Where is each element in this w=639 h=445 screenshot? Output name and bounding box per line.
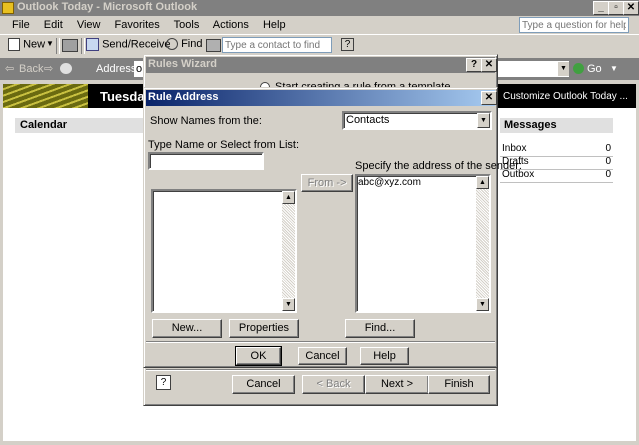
wizard-cancel-button[interactable]: Cancel [232,375,295,394]
new-label: New [23,38,46,51]
address-book-icon[interactable] [206,39,221,52]
new-dropdown-icon[interactable]: ▼ [46,39,54,48]
back-label[interactable]: Back [19,63,43,75]
find-address-button[interactable]: Find... [345,319,415,338]
minimize-button[interactable]: _ [593,1,609,15]
find-icon [166,38,178,51]
go-label[interactable]: Go [587,63,602,75]
ok-button[interactable]: OK [235,346,282,366]
menu-edit[interactable]: Edit [44,19,63,31]
restore-button[interactable]: ▫ [608,1,624,15]
help-icon[interactable]: ? [341,38,354,51]
message-folder-name: Inbox [502,143,527,154]
message-row-inbox[interactable]: Inbox 0 [500,143,613,157]
scroll-down-icon[interactable]: ▼ [282,298,295,311]
menu-file[interactable]: File [12,19,30,31]
properties-button[interactable]: Properties [229,319,299,338]
names-list-scrollbar[interactable]: ▲ ▼ [282,191,295,311]
new-contact-button[interactable]: New... [152,319,222,338]
sender-address-list[interactable]: abc@xyz.com ▲ ▼ [355,174,491,313]
send-receive-label: Send/Receive [102,38,171,51]
wizard-divider [146,369,495,371]
toolbar-separator [81,38,85,54]
help-question-input[interactable] [519,17,629,33]
rule-address-close-button[interactable]: ✕ [481,91,497,105]
rule-address-dialog: Rule Address ✕ Show Names from the: Cont… [143,87,522,368]
menu-bar: File Edit View Favorites Tools Actions H… [0,16,639,35]
rules-wizard-help-button[interactable]: ? [466,58,482,72]
menu-favorites[interactable]: Favorites [115,19,160,31]
menu-actions[interactable]: Actions [213,19,249,31]
menu-tools[interactable]: Tools [174,19,200,31]
show-names-dropdown-icon[interactable]: ▼ [477,113,490,128]
message-folder-count: 0 [605,169,611,180]
rules-wizard-close-button[interactable]: ✕ [481,58,497,72]
scroll-up-icon[interactable]: ▲ [476,176,489,189]
type-name-input[interactable] [148,152,264,170]
banner-logo [3,84,88,108]
customize-link[interactable]: Customize Outlook Today ... [503,91,628,102]
specify-address-label: Specify the address of the sender: [355,160,522,172]
type-name-label: Type Name or Select from List: [148,139,299,151]
help-button[interactable]: Help [360,347,409,365]
wizard-finish-button[interactable]: Finish [428,375,490,394]
find-label: Find [181,38,203,50]
calendar-title: Calendar [20,119,68,131]
standard-toolbar: New ▼ Send/Receive Find ? [0,36,639,56]
messages-title: Messages [504,119,557,131]
outlook-app-icon [2,2,14,14]
web-icon[interactable] [60,63,72,74]
scroll-down-icon[interactable]: ▼ [476,298,489,311]
find-contact-input[interactable] [222,37,332,53]
toolbar-separator [56,38,60,54]
back-arrow-icon[interactable]: ⇦ [5,62,14,75]
address-label: Address [96,63,137,75]
sender-address-item[interactable]: abc@xyz.com [358,177,421,188]
rule-address-divider [146,341,495,343]
go-dropdown-icon[interactable]: ▼ [610,64,618,73]
from-button[interactable]: From -> [301,174,353,192]
print-icon[interactable] [62,39,78,52]
go-icon[interactable] [573,63,584,74]
menu-view[interactable]: View [77,19,101,31]
send-receive-button[interactable]: Send/Receive [86,38,171,51]
rules-wizard-titlebar: Rules Wizard ? ✕ [146,57,497,73]
rules-wizard-title: Rules Wizard [148,58,217,70]
messages-header: Messages [500,118,613,133]
calendar-header: Calendar [15,118,150,133]
message-folder-count: 0 [605,156,611,167]
wizard-next-button[interactable]: Next > [365,375,429,394]
rule-address-titlebar: Rule Address ✕ [146,90,497,106]
scroll-up-icon[interactable]: ▲ [282,191,295,204]
message-folder-count: 0 [605,143,611,154]
find-button[interactable]: Find [166,38,203,51]
names-list[interactable]: ▲ ▼ [151,189,297,313]
show-names-select[interactable]: Contacts ▼ [342,111,492,130]
show-names-label: Show Names from the: [150,115,262,127]
new-button[interactable]: New [8,38,45,53]
address-dropdown-icon[interactable]: ▼ [558,62,569,76]
window-title: Outlook Today - Microsoft Outlook [17,1,198,13]
show-names-value: Contacts [346,114,390,126]
menu-help[interactable]: Help [263,19,286,31]
outlook-titlebar: Outlook Today - Microsoft Outlook _ ▫ ✕ [0,0,639,16]
wizard-back-button[interactable]: < Back [302,375,365,394]
sender-list-scrollbar[interactable]: ▲ ▼ [476,176,489,311]
rule-address-title: Rule Address [148,91,219,103]
close-button[interactable]: ✕ [623,1,639,15]
new-item-icon [8,38,20,51]
forward-arrow-icon[interactable]: ⇨ [44,62,53,75]
send-receive-icon [86,38,99,51]
cancel-button[interactable]: Cancel [298,347,347,365]
wizard-help-icon[interactable]: ? [156,375,171,390]
